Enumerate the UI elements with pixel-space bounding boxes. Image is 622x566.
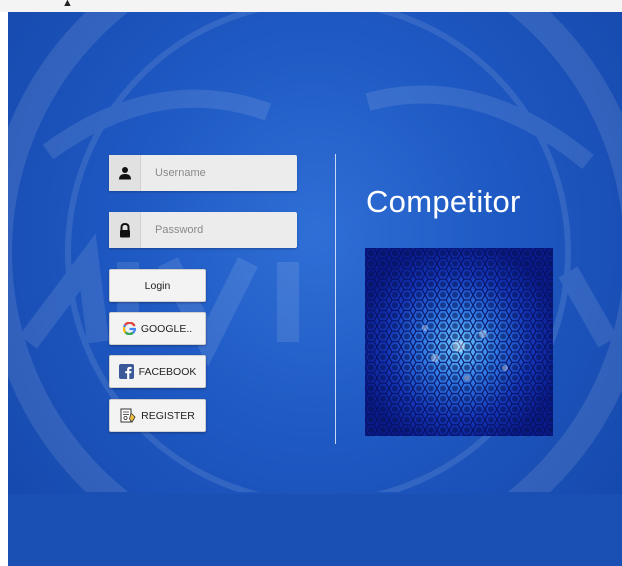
register-button[interactable]: REGISTER bbox=[109, 399, 206, 432]
google-icon bbox=[122, 322, 136, 335]
browser-top-strip: ▲ bbox=[0, 0, 622, 12]
password-input[interactable] bbox=[153, 212, 297, 248]
facebook-icon bbox=[118, 364, 134, 379]
password-field[interactable] bbox=[109, 212, 297, 248]
google-login-button[interactable]: GOOGLE.. bbox=[109, 312, 206, 345]
facebook-button-label: FACEBOOK bbox=[138, 365, 197, 378]
username-input[interactable] bbox=[153, 155, 297, 191]
cursor-icon: ▲ bbox=[62, 0, 73, 9]
vertical-divider bbox=[335, 154, 336, 444]
register-button-label: REGISTER bbox=[141, 409, 195, 422]
hexagon-mosaic-image bbox=[365, 248, 553, 436]
footer-band bbox=[8, 494, 622, 566]
user-icon bbox=[109, 155, 141, 191]
username-field[interactable] bbox=[109, 155, 297, 191]
facebook-login-button[interactable]: FACEBOOK bbox=[109, 355, 206, 388]
login-page: Login GOOGLE.. FACEBOOK bbox=[8, 12, 622, 566]
brand-title: Competitor bbox=[366, 184, 521, 219]
lock-icon bbox=[109, 212, 141, 248]
register-icon bbox=[120, 408, 136, 424]
google-button-label: GOOGLE.. bbox=[140, 322, 193, 335]
login-button[interactable]: Login bbox=[109, 269, 206, 302]
login-button-label: Login bbox=[144, 279, 171, 292]
